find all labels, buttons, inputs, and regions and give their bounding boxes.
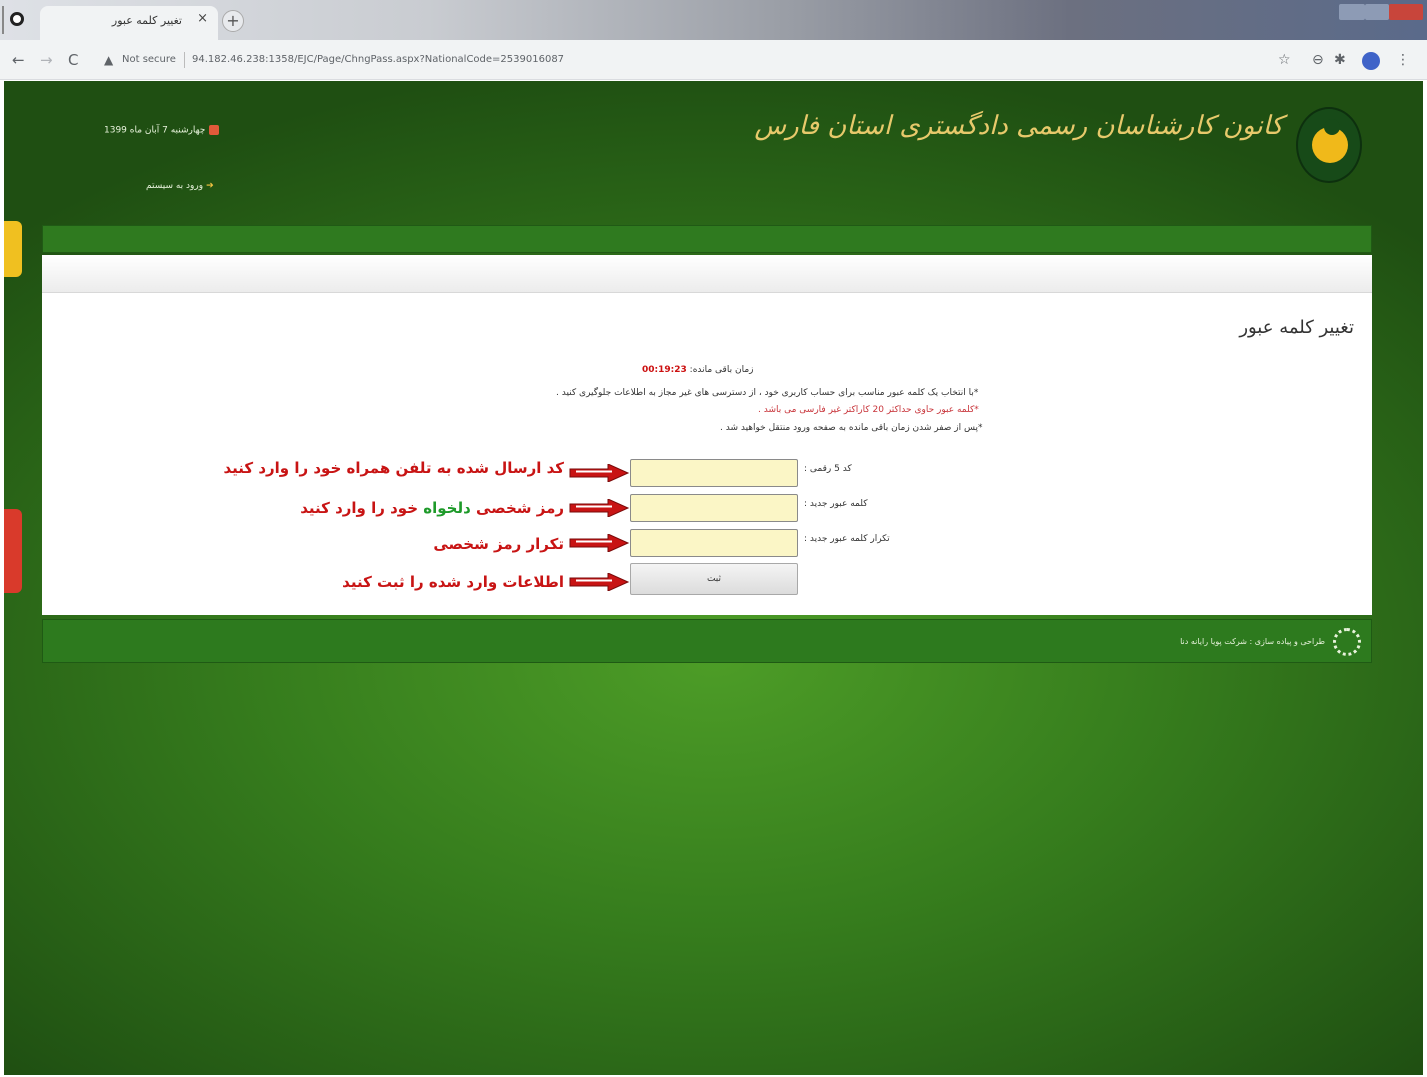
annotation-enter-password: رمز شخصی دلخواه خود را وارد کنید	[300, 499, 564, 517]
page-title: تغییر کلمه عبور	[1239, 317, 1354, 338]
warning-icon[interactable]: ▲	[104, 53, 113, 67]
window-close-button[interactable]	[1389, 4, 1423, 20]
annotation-repeat-password: تکرار رمز شخصی	[433, 535, 564, 553]
timer-label: زمان باقی مانده:	[689, 365, 754, 375]
company-logo-icon	[1333, 628, 1361, 656]
url-text[interactable]: 94.182.46.238:1358/EJC/Page/ChngPass.asp…	[192, 54, 564, 65]
note-2: *کلمه عبور حاوی حداکثر 20 کاراکتر غیر فا…	[758, 405, 979, 415]
remaining-time: زمان باقی مانده: 00:19:23	[642, 365, 754, 375]
annotation-arrow-icon	[569, 534, 630, 552]
main-content: تغییر کلمه عبور زمان باقی مانده: 00:19:2…	[42, 255, 1372, 615]
annotation-enter-code: کد ارسال شده به تلفن همراه خود را وارد ک…	[223, 459, 564, 477]
browser-tab[interactable]: تغییر کلمه عبور ×	[40, 6, 218, 40]
close-icon[interactable]: ×	[197, 11, 208, 26]
organization-title: کانون کارشناسان رسمی دادگستری استان فارس	[754, 111, 1283, 141]
page-background: چهارشنبه 7 آبان ماه 1399 ➔ورود به سیستم …	[4, 81, 1423, 1075]
login-link-text[interactable]: ورود به سیستم	[146, 181, 203, 191]
tab-title: تغییر کلمه عبور	[111, 14, 182, 27]
code-label: کد 5 رقمی :	[804, 464, 852, 474]
note-1: *با انتخاب یک کلمه عبور مناسب برای حساب …	[556, 388, 979, 398]
annotation-submit: اطلاعات وارد شده را ثبت کنید	[342, 573, 564, 591]
new-password-label: کلمه عبور جدید :	[804, 499, 868, 509]
logo-detail	[1324, 119, 1340, 135]
annotation-text: خود را وارد کنید	[300, 499, 424, 517]
repeat-password-input[interactable]	[630, 529, 798, 557]
address-bar[interactable]: ▲ Not secure 94.182.46.238:1358/EJC/Page…	[96, 48, 1266, 74]
annotation-text: رمز شخصی	[470, 499, 564, 517]
repeat-password-label: تکرار کلمه عبور جدید :	[804, 534, 890, 544]
bookmark-star-icon[interactable]: ☆	[1278, 52, 1291, 68]
window-controls	[1327, 4, 1427, 22]
minimize-button[interactable]	[1339, 4, 1365, 20]
side-tab-red[interactable]	[4, 509, 22, 593]
calendar-icon	[209, 125, 220, 135]
window-edge	[2, 6, 4, 34]
footer-credit[interactable]: طراحی و پیاده سازی : شرکت پویا رایانه دن…	[1180, 637, 1325, 646]
browser-toolbar: ← → C ▲ Not secure 94.182.46.238:1358/EJ…	[0, 44, 1427, 78]
organization-logo	[1296, 107, 1362, 183]
timer-value: 00:19:23	[642, 365, 687, 375]
reload-icon[interactable]: C	[68, 51, 78, 69]
annotation-arrow-icon	[569, 499, 630, 517]
annotation-arrow-icon	[569, 573, 630, 591]
login-arrow-icon: ➔	[206, 181, 214, 191]
top-menu-bar	[42, 225, 1372, 253]
side-tab-yellow[interactable]	[4, 221, 22, 277]
annotation-arrow-icon	[569, 464, 630, 482]
code-input[interactable]	[630, 459, 798, 487]
url-separator	[184, 52, 185, 68]
not-secure-label[interactable]: Not secure	[122, 54, 176, 65]
new-password-input[interactable]	[630, 494, 798, 522]
login-link[interactable]: ➔ورود به سیستم	[146, 181, 214, 191]
more-menu-icon[interactable]: ⋮	[1396, 52, 1410, 68]
submit-button[interactable]: ثبت	[630, 563, 798, 595]
back-arrow-icon[interactable]: ←	[12, 51, 25, 69]
maximize-button[interactable]	[1365, 4, 1389, 20]
forward-arrow-icon[interactable]: →	[40, 51, 53, 69]
new-tab-button[interactable]: +	[222, 10, 244, 32]
footer-bar: طراحی و پیاده سازی : شرکت پویا رایانه دن…	[42, 619, 1372, 663]
app-icon	[10, 12, 24, 26]
extensions-puzzle-icon[interactable]: ✱	[1334, 52, 1346, 68]
tab-strip: تغییر کلمه عبور × +	[0, 0, 1427, 40]
annotation-highlight: دلخواه	[423, 499, 471, 517]
date-display: چهارشنبه 7 آبان ماه 1399	[104, 125, 220, 136]
browser-chrome: تغییر کلمه عبور × + ← → C ▲ Not secure 9…	[0, 0, 1427, 80]
date-text: چهارشنبه 7 آبان ماه 1399	[104, 125, 206, 136]
note-3: *پس از صفر شدن زمان باقی مانده به صفحه و…	[720, 423, 983, 433]
profile-avatar[interactable]	[1362, 52, 1380, 70]
extension-icon[interactable]: ⊖	[1312, 52, 1324, 68]
sub-menu-bar	[42, 255, 1372, 293]
